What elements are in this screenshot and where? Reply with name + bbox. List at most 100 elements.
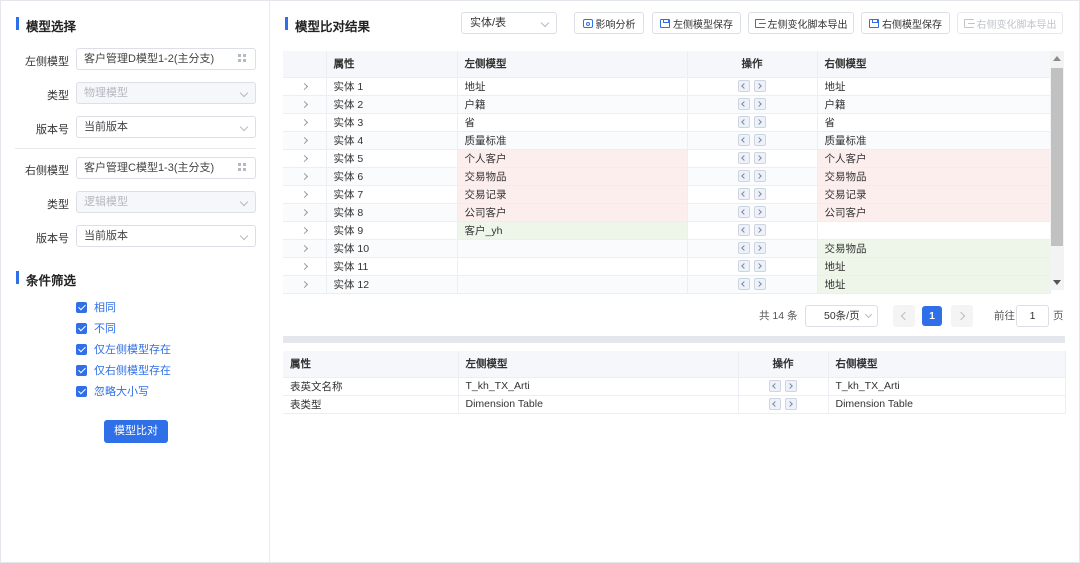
- copy-left-icon[interactable]: [769, 398, 781, 411]
- chevron-right-icon[interactable]: [300, 262, 308, 271]
- copy-right-icon[interactable]: [785, 380, 797, 393]
- copy-left-icon[interactable]: [738, 278, 750, 291]
- filter-different[interactable]: 不同: [76, 321, 116, 335]
- copy-right-icon[interactable]: [785, 398, 797, 411]
- expand-cell[interactable]: [283, 149, 327, 168]
- checkbox-checked-icon[interactable]: [76, 385, 87, 397]
- table-row[interactable]: 实体 4 质量标准 质量标准: [283, 131, 1051, 150]
- copy-left-icon[interactable]: [738, 170, 750, 183]
- right-model-select[interactable]: 客户管理C模型1-3(主分支): [76, 157, 256, 179]
- copy-left-icon[interactable]: [738, 116, 750, 129]
- chevron-right-icon[interactable]: [300, 190, 308, 199]
- copy-right-icon[interactable]: [754, 152, 766, 165]
- copy-left-icon[interactable]: [738, 242, 750, 255]
- expand-cell[interactable]: [283, 239, 327, 258]
- expand-cell[interactable]: [283, 131, 327, 150]
- filter-same[interactable]: 相同: [76, 300, 116, 314]
- table-row[interactable]: 实体 6 交易物品 交易物品: [283, 167, 1051, 186]
- copy-right-icon[interactable]: [754, 242, 766, 255]
- copy-left-icon[interactable]: [738, 98, 750, 111]
- copy-left-icon[interactable]: [738, 206, 750, 219]
- right-version-select[interactable]: 当前版本: [76, 225, 256, 247]
- right-save-button[interactable]: 右侧模型保存: [861, 12, 950, 34]
- copy-right-icon[interactable]: [754, 80, 766, 93]
- copy-right-icon[interactable]: [754, 170, 766, 183]
- table-row[interactable]: 实体 12 地址: [283, 275, 1051, 294]
- copy-left-icon[interactable]: [738, 224, 750, 237]
- chevron-right-icon[interactable]: [300, 118, 308, 127]
- table-row[interactable]: 实体 8 公司客户 公司客户: [283, 203, 1051, 222]
- expand-cell[interactable]: [283, 185, 327, 204]
- left-type-value: 物理模型: [84, 87, 128, 99]
- table-row[interactable]: 实体 3省省: [283, 113, 1051, 132]
- scope-select[interactable]: 实体/表: [461, 12, 557, 34]
- chevron-right-icon[interactable]: [300, 172, 308, 181]
- table-row[interactable]: 实体 11 地址: [283, 257, 1051, 276]
- expand-cell[interactable]: [283, 203, 327, 222]
- page-size-select[interactable]: 50条/页: [805, 305, 878, 327]
- next-page-button[interactable]: [951, 305, 973, 327]
- checkbox-checked-icon[interactable]: [76, 301, 87, 313]
- copy-left-icon[interactable]: [738, 134, 750, 147]
- copy-right-icon[interactable]: [754, 206, 766, 219]
- copy-right-icon[interactable]: [754, 260, 766, 273]
- goto-page-input[interactable]: 1: [1016, 305, 1049, 327]
- copy-right-icon[interactable]: [754, 98, 766, 111]
- checkbox-checked-icon[interactable]: [76, 343, 87, 355]
- expand-cell[interactable]: [283, 167, 327, 186]
- left-version-select[interactable]: 当前版本: [76, 116, 256, 138]
- left-model-select[interactable]: 客户管理D模型1-2(主分支): [76, 48, 256, 70]
- chevron-right-icon[interactable]: [300, 82, 308, 91]
- checkbox-checked-icon[interactable]: [76, 364, 87, 376]
- table-row[interactable]: 表类型 Dimension Table Dimension Table: [283, 395, 1066, 414]
- chevron-right-icon[interactable]: [300, 244, 308, 253]
- copy-right-icon[interactable]: [754, 188, 766, 201]
- copy-left-icon[interactable]: [738, 152, 750, 165]
- chevron-right-icon[interactable]: [300, 154, 308, 163]
- expand-cell[interactable]: [283, 275, 327, 294]
- expand-cell[interactable]: [283, 77, 327, 96]
- copy-left-icon[interactable]: [769, 380, 781, 393]
- copy-left-icon[interactable]: [738, 188, 750, 201]
- right-export-button[interactable]: 右侧变化脚本导出: [957, 12, 1063, 34]
- attr-header: 属性: [283, 351, 459, 378]
- table-row[interactable]: 实体 10 交易物品: [283, 239, 1051, 258]
- compare-button[interactable]: 模型比对: [104, 420, 168, 443]
- chevron-right-icon[interactable]: [300, 226, 308, 235]
- filter-left-only[interactable]: 仅左侧模型存在: [76, 342, 171, 356]
- impact-analysis-button[interactable]: 影响分析: [574, 12, 644, 34]
- left-export-button[interactable]: 左侧变化脚本导出: [748, 12, 854, 34]
- scroll-thumb[interactable]: [1051, 68, 1063, 246]
- left-save-button[interactable]: 左侧模型保存: [652, 12, 741, 34]
- scroll-up-icon[interactable]: [1053, 56, 1061, 61]
- prev-page-button[interactable]: [893, 305, 915, 327]
- copy-right-icon[interactable]: [754, 134, 766, 147]
- expand-cell[interactable]: [283, 221, 327, 240]
- table-row[interactable]: 实体 7 交易记录 交易记录: [283, 185, 1051, 204]
- table-row[interactable]: 实体 9 客户_yh: [283, 221, 1051, 240]
- checkbox-checked-icon[interactable]: [76, 322, 87, 334]
- copy-right-icon[interactable]: [754, 224, 766, 237]
- chevron-right-icon[interactable]: [300, 136, 308, 145]
- table-row[interactable]: 实体 5 个人客户 个人客户: [283, 149, 1051, 168]
- chevron-right-icon[interactable]: [300, 208, 308, 217]
- chevron-right-icon[interactable]: [300, 280, 308, 289]
- copy-left-icon[interactable]: [738, 80, 750, 93]
- expand-cell[interactable]: [283, 257, 327, 276]
- left-save-label: 左侧模型保存: [673, 19, 733, 31]
- expand-cell[interactable]: [283, 113, 327, 132]
- expand-cell[interactable]: [283, 95, 327, 114]
- filter-right-only[interactable]: 仅右侧模型存在: [76, 363, 171, 377]
- table-row[interactable]: 实体 2 户籍 户籍: [283, 95, 1051, 114]
- table-scrollbar[interactable]: [1050, 51, 1064, 290]
- panel-divider[interactable]: [283, 336, 1065, 343]
- table-row[interactable]: 实体 1 地址 地址: [283, 77, 1051, 96]
- filter-ignore-case[interactable]: 忽略大小写: [76, 384, 149, 398]
- chevron-right-icon[interactable]: [300, 100, 308, 109]
- table-row[interactable]: 表英文名称 T_kh_TX_Arti T_kh_TX_Arti: [283, 377, 1066, 396]
- scroll-down-icon[interactable]: [1053, 280, 1061, 285]
- copy-right-icon[interactable]: [754, 116, 766, 129]
- copy-right-icon[interactable]: [754, 278, 766, 291]
- page-1-button[interactable]: 1: [922, 306, 942, 326]
- copy-left-icon[interactable]: [738, 260, 750, 273]
